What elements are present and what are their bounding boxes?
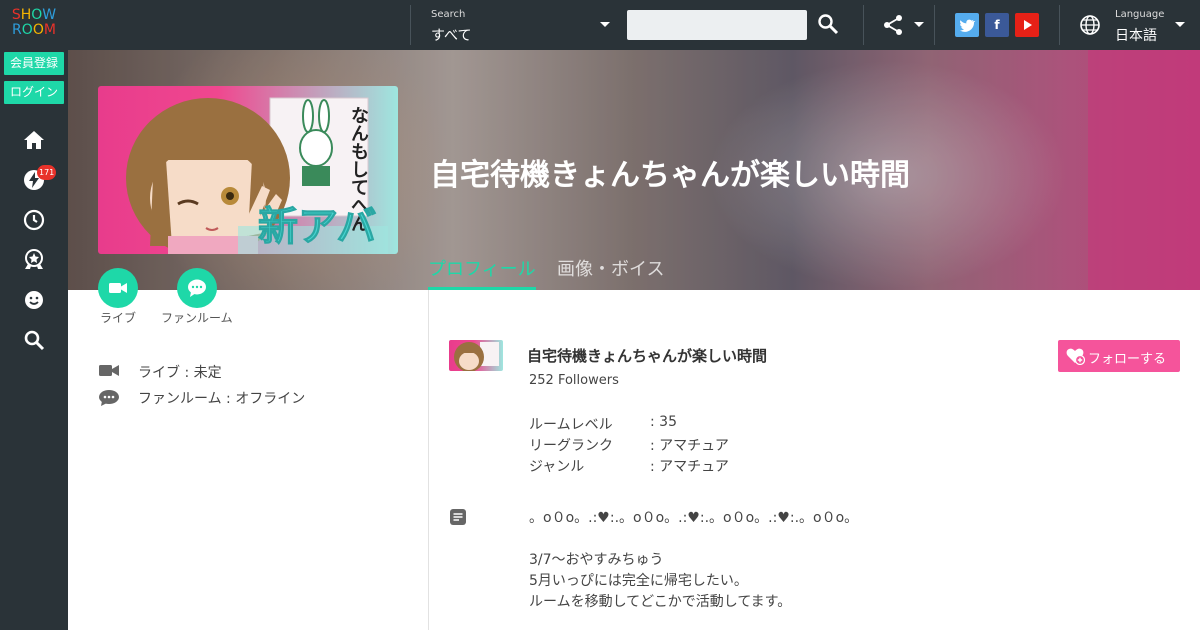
document-icon xyxy=(449,508,467,526)
info-label-room-level: ルームレベル xyxy=(529,417,613,433)
search-button[interactable] xyxy=(817,13,839,35)
notification-badge: 171 xyxy=(37,165,57,180)
chevron-down-icon[interactable] xyxy=(914,22,924,27)
twitter-icon[interactable] xyxy=(955,13,979,37)
fanroom-status: ファンルーム : オフライン xyxy=(138,391,306,407)
sidebar-search-icon[interactable] xyxy=(22,328,46,352)
signup-button[interactable]: 会員登録 xyxy=(4,52,64,75)
video-camera-icon xyxy=(98,362,120,380)
globe-icon[interactable] xyxy=(1079,14,1101,36)
description-line: ルームを移動してどこかで活動してます。 xyxy=(529,594,792,610)
divider xyxy=(934,5,935,45)
fanroom-button[interactable] xyxy=(177,268,217,308)
share-button[interactable] xyxy=(882,14,904,36)
tab-profile[interactable]: プロフィール xyxy=(428,255,536,281)
chat-bubble-icon xyxy=(98,389,120,407)
search-category-select[interactable]: すべて xyxy=(431,25,471,45)
language-label: Language xyxy=(1115,9,1165,20)
chevron-down-icon[interactable] xyxy=(600,22,610,27)
room-avatar xyxy=(449,340,503,371)
info-value-league-rank: : アマチュア xyxy=(650,438,729,454)
info-value-genre: : アマチュア xyxy=(650,459,729,475)
heart-plus-icon xyxy=(1066,348,1085,365)
info-value-room-level: : 35 xyxy=(650,414,677,430)
room-title: 自宅待機きょんちゃんが楽しい時間 xyxy=(430,158,910,193)
description-line: 5月いっぴには完全に帰宅したい。 xyxy=(529,573,748,589)
facebook-icon[interactable]: f xyxy=(985,13,1009,37)
logo-line2: ROOM xyxy=(12,22,56,38)
clock-icon[interactable] xyxy=(22,208,46,232)
active-tab-indicator xyxy=(428,287,536,290)
divider xyxy=(410,5,411,45)
divider xyxy=(863,5,864,45)
info-label-league-rank: リーグランク xyxy=(529,438,613,454)
room-thumbnail: なんもしてへん 新アバ xyxy=(98,86,398,254)
info-label-genre: ジャンル xyxy=(529,459,585,475)
thumbnail-caption: 新アバ xyxy=(257,204,377,251)
share-icon xyxy=(884,15,902,35)
description-line: 。o０o。.:♥:.。o０o。.:♥:.。o０o。.:♥:.。o０o。 xyxy=(529,510,859,526)
home-icon[interactable] xyxy=(22,128,46,152)
follow-label: フォローする xyxy=(1088,352,1167,367)
panel-divider xyxy=(428,290,429,630)
sidebar: SHOW ROOM 会員登録 ログイン 171 xyxy=(0,0,68,630)
ranking-icon[interactable] xyxy=(22,248,46,272)
fanroom-label: ファンルーム xyxy=(161,311,233,325)
profile-title: 自宅待機きょんちゃんが楽しい時間 xyxy=(527,347,768,365)
top-bar: Search すべて f Language 日本語 xyxy=(68,0,1200,50)
youtube-icon[interactable] xyxy=(1015,13,1039,37)
search-input[interactable] xyxy=(627,10,807,40)
language-select[interactable]: 日本語 xyxy=(1115,25,1157,45)
live-label: ライブ xyxy=(100,311,137,325)
chevron-down-icon[interactable] xyxy=(1175,22,1185,27)
live-status: ライブ : 未定 xyxy=(138,365,222,381)
video-camera-icon xyxy=(109,283,127,293)
follower-count: 252 Followers xyxy=(529,373,619,388)
tab-images-voice[interactable]: 画像・ボイス xyxy=(557,255,664,281)
search-icon xyxy=(818,14,839,35)
divider xyxy=(1059,5,1060,45)
follow-button[interactable]: フォローする xyxy=(1058,340,1180,372)
live-button[interactable] xyxy=(98,268,138,308)
showroom-logo[interactable]: SHOW ROOM xyxy=(0,8,68,38)
chat-bubble-icon xyxy=(188,279,206,297)
description-line: 3/7〜おやすみちゅう xyxy=(529,552,664,568)
login-button[interactable]: ログイン xyxy=(4,81,64,104)
logo-line1: SHOW xyxy=(11,7,57,23)
smiley-icon[interactable] xyxy=(22,288,46,312)
search-label: Search xyxy=(431,9,466,20)
